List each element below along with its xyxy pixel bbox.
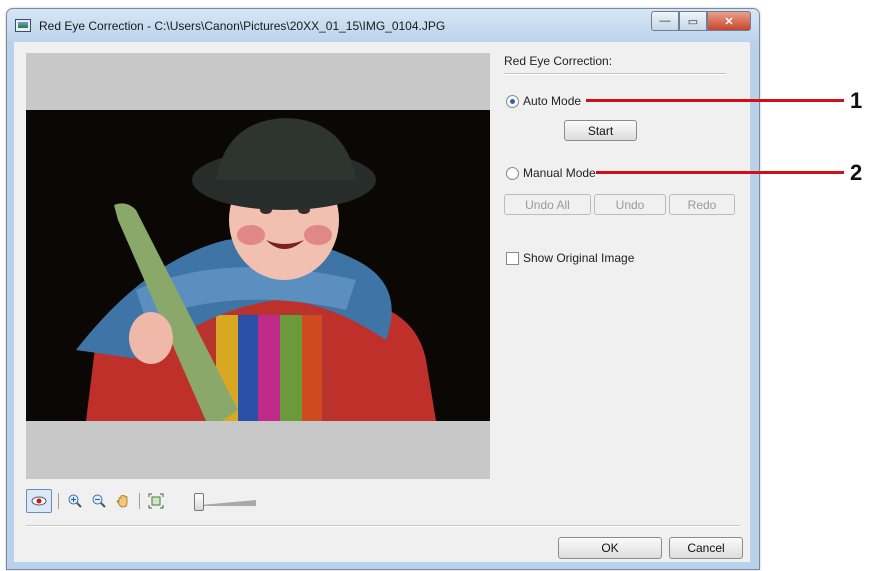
dialog-body: Red Eye Correction: Auto Mode Start Manu… [14, 42, 750, 562]
panel-title: Red Eye Correction: [504, 54, 613, 68]
auto-mode-radio[interactable] [506, 94, 519, 108]
red-eye-correction-window: Red Eye Correction - C:\Users\Canon\Pict… [6, 8, 760, 570]
caption-buttons: — ▭ ✕ [651, 11, 751, 31]
undo-all-button[interactable]: Undo All [504, 194, 591, 215]
minimize-button[interactable]: — [651, 11, 679, 31]
panel-separator [504, 73, 726, 75]
zoom-in-icon[interactable] [65, 490, 85, 512]
window-title: Red Eye Correction - C:\Users\Canon\Pict… [39, 19, 446, 33]
show-original-label: Show Original Image [523, 251, 635, 265]
ok-button[interactable]: OK [558, 537, 662, 559]
manual-mode-option[interactable]: Manual Mode [506, 166, 596, 180]
image-preview-area[interactable] [26, 53, 490, 479]
callout-number-2: 2 [850, 160, 863, 185]
zoom-slider-thumb[interactable] [194, 493, 204, 511]
show-original-option[interactable]: Show Original Image [506, 251, 634, 265]
zoom-slider-track[interactable] [200, 500, 256, 506]
manual-mode-label: Manual Mode [523, 166, 596, 180]
undo-button[interactable]: Undo [594, 194, 666, 215]
toolbar-divider [58, 493, 59, 509]
hand-icon[interactable] [113, 490, 133, 512]
redo-button[interactable]: Redo [669, 194, 735, 215]
title-bar: Red Eye Correction - C:\Users\Canon\Pict… [7, 9, 759, 41]
manual-mode-radio[interactable] [506, 166, 519, 180]
image-toolbar [26, 489, 170, 513]
show-original-checkbox[interactable] [506, 251, 519, 265]
red-eye-icon[interactable] [26, 489, 52, 513]
app-icon [15, 19, 31, 32]
close-button[interactable]: ✕ [707, 11, 751, 31]
start-button[interactable]: Start [564, 120, 637, 141]
photo-illustration [26, 110, 490, 421]
auto-mode-option[interactable]: Auto Mode [506, 94, 581, 108]
maximize-button[interactable]: ▭ [679, 11, 707, 31]
callout-line-2 [596, 171, 844, 174]
callout-line-1 [586, 99, 844, 102]
footer-separator [26, 525, 740, 527]
cancel-button[interactable]: Cancel [669, 537, 743, 559]
toolbar-divider [139, 493, 140, 509]
photo-image[interactable] [26, 110, 490, 421]
fit-to-window-icon[interactable] [146, 490, 166, 512]
callout-number-1: 1 [850, 88, 863, 113]
zoom-out-icon[interactable] [89, 490, 109, 512]
auto-mode-label: Auto Mode [523, 94, 582, 108]
